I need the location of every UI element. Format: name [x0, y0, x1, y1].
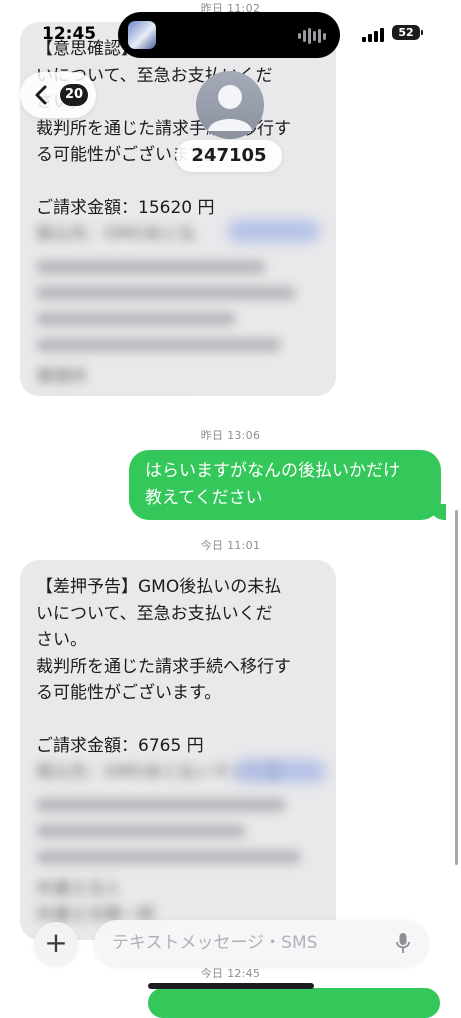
timestamp: 昨日 13:06 — [200, 429, 261, 442]
chevron-left-icon — [35, 85, 47, 105]
contact-avatar-icon[interactable] — [196, 71, 264, 139]
outgoing-message-peek[interactable] — [148, 988, 440, 1018]
amount-line: ご請求金額：6765 円 — [36, 735, 204, 756]
blurred-line: 事務所 — [36, 366, 87, 387]
message-line: 裁判所を通じた請求手続へ移行す — [36, 118, 291, 139]
message-line: いについて、至急お支払いくだ — [36, 603, 273, 624]
contact-name[interactable]: 247105 — [176, 140, 282, 172]
soundwave-icon — [298, 28, 326, 44]
blurred-line: 弁護士法人 — [36, 878, 121, 899]
message-line: 【差押予告】GMO後払いの未払 — [36, 577, 282, 597]
plus-icon: + — [44, 926, 68, 959]
message-input[interactable] — [94, 920, 428, 966]
timestamp: 今日 11:01 — [200, 539, 261, 552]
home-indicator[interactable] — [148, 983, 314, 989]
dynamic-island[interactable] — [118, 12, 340, 58]
message-line: はらいますがなんの後払いかだけ — [145, 461, 400, 481]
message-line: 教えてください — [145, 488, 263, 508]
battery-icon: 52 — [392, 25, 420, 40]
add-attachment-button[interactable]: + — [34, 922, 78, 966]
timestamp: 今日 12:45 — [200, 967, 261, 980]
microphone-icon[interactable] — [396, 932, 410, 954]
unread-count-badge: 20 — [60, 84, 88, 106]
message-line: さい。 — [36, 630, 87, 650]
status-time: 12:45 — [42, 24, 97, 44]
message-line: る可能性がございます。 — [36, 683, 222, 703]
incoming-message[interactable]: 【差押予告】GMO後払いの未払 いについて、至急お支払いくだ さい。 裁判所を通… — [20, 560, 336, 940]
scroll-indicator[interactable] — [455, 510, 458, 865]
signal-icon — [362, 28, 384, 42]
battery-cap — [421, 30, 423, 35]
message-line: 裁判所を通じた請求手続へ移行す — [36, 656, 291, 677]
now-playing-artwork — [128, 21, 156, 49]
back-button[interactable]: 20 — [20, 72, 96, 118]
amount-line: ご請求金額：15620 円 — [36, 197, 215, 218]
outgoing-message[interactable]: はらいますがなんの後払いかだけ 教えてください — [129, 450, 446, 520]
